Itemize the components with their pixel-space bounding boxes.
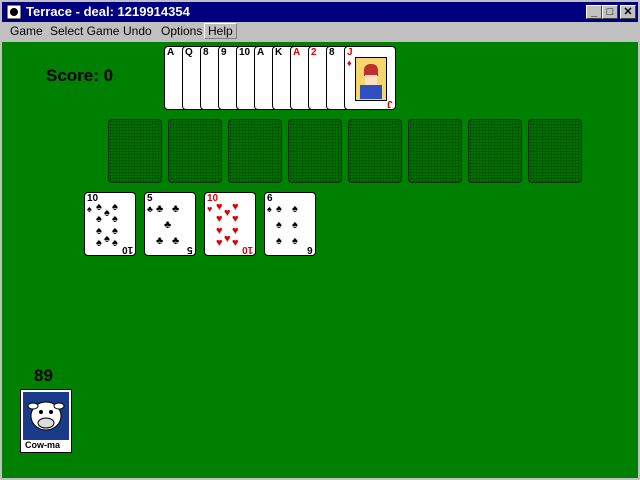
card-pip: ♣	[172, 203, 180, 215]
score-label: Score: 0	[46, 66, 114, 85]
card-rank-bottom: 10	[121, 244, 133, 255]
reserve-card[interactable]: J ♦ J	[344, 46, 396, 110]
card-rank-bottom: 10	[241, 244, 253, 255]
title-bar[interactable]: Terrace - deal: 1219914354 _ □ ✕	[2, 2, 638, 22]
card-pip: ♣	[172, 235, 180, 247]
foundation-slot[interactable]	[108, 119, 162, 183]
menu-bar: Game Select Game Undo Options Help	[2, 22, 638, 41]
maximize-button[interactable]: □	[602, 5, 618, 19]
menu-game[interactable]: Game	[10, 24, 43, 38]
card-suit: ♠	[87, 204, 92, 214]
card-pip: ♠	[292, 219, 298, 231]
card-pip: ♠	[292, 235, 298, 247]
foundation-slot[interactable]	[528, 119, 582, 183]
foundation-slot[interactable]	[408, 119, 462, 183]
card-suit: ♥	[207, 204, 213, 214]
card-pip: ♣	[164, 219, 172, 231]
card-pip: ♥	[232, 225, 239, 237]
card-pip: ♠	[276, 219, 282, 231]
card-pip: ♠	[96, 201, 102, 213]
foundation-slot[interactable]	[468, 119, 522, 183]
stock-deck[interactable]: Cow-ma	[20, 389, 72, 453]
menu-help[interactable]: Help	[204, 23, 237, 39]
menu-select-game[interactable]: Select Game	[50, 24, 119, 38]
card-pip: ♥	[224, 207, 231, 219]
card-pip: ♥	[216, 213, 223, 225]
card-rank: A	[167, 47, 175, 58]
tableau-card[interactable]: 10 ♠ ♠ ♠ ♠ ♠ ♠ ♠ ♠ ♠ ♠ ♠ 10	[84, 192, 136, 256]
card-rank: 10	[239, 47, 251, 58]
window-title: Terrace - deal: 1219914354	[26, 4, 190, 19]
foundation-slot[interactable]	[288, 119, 342, 183]
card-pip: ♣	[156, 203, 164, 215]
game-window: Terrace - deal: 1219914354 _ □ ✕ Game Se…	[0, 0, 640, 480]
card-pip: ♠	[96, 213, 102, 225]
card-pip: ♥	[216, 237, 223, 249]
card-pip: ♥	[232, 201, 239, 213]
card-rank: A	[257, 47, 265, 58]
foundation-slot[interactable]	[348, 119, 402, 183]
card-pip: ♥	[224, 233, 231, 245]
card-suit: ♣	[147, 204, 153, 214]
deck-label: Cow-ma	[25, 440, 61, 450]
tableau-card[interactable]: 6 ♠ ♠ ♠ ♠ ♠ ♠ ♠ 6	[264, 192, 316, 256]
minimize-button[interactable]: _	[586, 5, 602, 19]
tableau-card[interactable]: 5 ♣ ♣ ♣ ♣ ♣ ♣ 5	[144, 192, 196, 256]
card-pip: ♥	[216, 225, 223, 237]
card-pip: ♥	[216, 201, 223, 213]
card-pip: ♠	[96, 225, 102, 237]
card-pip: ♠	[112, 201, 118, 213]
card-pip: ♠	[276, 235, 282, 247]
card-pip: ♣	[156, 235, 164, 247]
card-pip: ♠	[104, 233, 110, 245]
card-rank: 8	[203, 47, 209, 58]
card-rank: 5	[147, 193, 153, 204]
foundation-slot[interactable]	[228, 119, 282, 183]
card-rank: K	[275, 47, 283, 58]
card-rank-bottom: 5	[187, 244, 193, 255]
card-table: Score: 0 A Q 8 9 10 A K A 2 8 J ♦ J 10 ♠ ♠ ♠ ♠ ♠ ♠ ♠ ♠ ♠ ♠ ♠ 10 5…	[2, 42, 638, 478]
jack-face-icon	[355, 57, 387, 101]
tableau-card[interactable]: 10 ♥ ♥ ♥ ♥ ♥ ♥ ♥ ♥ ♥ ♥ ♥ 10	[204, 192, 256, 256]
foundation-slot[interactable]	[168, 119, 222, 183]
card-rank: 8	[329, 47, 335, 58]
close-button[interactable]: ✕	[620, 5, 636, 19]
card-rank: 6	[267, 193, 273, 204]
card-pip: ♠	[112, 237, 118, 249]
card-rank-bottom: J	[387, 98, 393, 109]
card-rank: 9	[221, 47, 227, 58]
card-pip: ♥	[232, 213, 239, 225]
card-rank: J	[347, 47, 353, 58]
card-pip: ♠	[292, 203, 298, 215]
menu-options[interactable]: Options	[161, 24, 202, 38]
card-pip: ♠	[96, 237, 102, 249]
menu-undo[interactable]: Undo	[123, 24, 152, 38]
card-rank: 2	[311, 47, 317, 58]
card-pip: ♠	[112, 225, 118, 237]
app-icon[interactable]	[6, 4, 22, 20]
card-pip: ♠	[104, 207, 110, 219]
card-pip: ♥	[232, 237, 239, 249]
card-rank: A	[293, 47, 301, 58]
card-suit: ♠	[267, 204, 272, 214]
card-suit: ♦	[347, 58, 352, 68]
card-rank-bottom: 6	[307, 244, 313, 255]
card-pip: ♠	[112, 213, 118, 225]
stock-count: 89	[34, 366, 53, 385]
card-pip: ♠	[276, 203, 282, 215]
card-rank: Q	[185, 47, 193, 58]
